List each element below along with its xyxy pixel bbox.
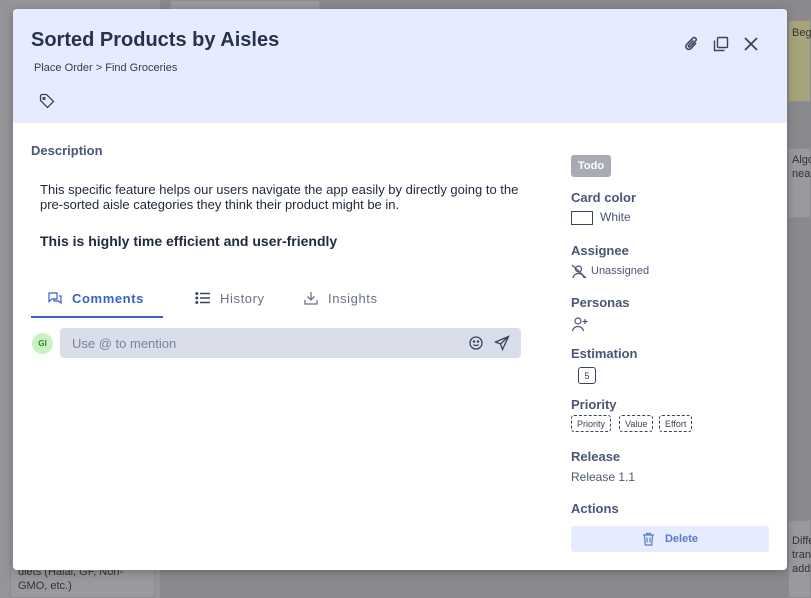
tab-insights[interactable]: Insights — [303, 279, 378, 317]
card-color-value[interactable]: White — [600, 210, 631, 224]
attachment-icon[interactable] — [681, 33, 703, 55]
tab-comments[interactable]: Comments — [47, 279, 144, 317]
effort-chip[interactable]: Effort — [659, 415, 693, 432]
priority-label: Priority — [571, 397, 617, 412]
activity-tabs: Comments History Insights — [31, 279, 531, 319]
tab-history[interactable]: History — [195, 279, 265, 317]
board-card-text: Beg — [792, 27, 811, 39]
comment-box — [60, 328, 521, 358]
description-emphasis[interactable]: This is highly time efficient and user-f… — [40, 233, 337, 249]
color-swatch[interactable] — [571, 211, 593, 225]
tab-label: History — [220, 290, 265, 306]
tab-label: Comments — [72, 290, 144, 306]
description-text[interactable]: This specific feature helps our users na… — [40, 182, 540, 212]
delete-button[interactable]: Delete — [571, 526, 769, 552]
assignee-label: Assignee — [571, 243, 629, 258]
trash-icon — [642, 532, 654, 546]
release-value[interactable]: Release 1.1 — [571, 470, 635, 484]
assignee-value[interactable]: Unassigned — [591, 265, 649, 277]
breadcrumb[interactable]: Place Order > Find Groceries — [34, 62, 177, 74]
comments-icon — [48, 292, 62, 305]
release-label: Release — [571, 449, 621, 464]
comment-input[interactable] — [72, 328, 452, 358]
unassigned-user-icon[interactable] — [571, 264, 587, 279]
duplicate-icon[interactable] — [710, 33, 732, 55]
board-card-text: Algo nea — [792, 154, 811, 180]
priority-chip[interactable]: Priority — [571, 415, 612, 432]
active-tab-indicator — [31, 316, 163, 318]
avatar[interactable]: GI — [32, 333, 53, 354]
card-detail-modal: Sorted Products by Aisles Place Order > … — [13, 9, 787, 570]
modal-header: Sorted Products by Aisles Place Order > … — [13, 9, 787, 123]
estimation-label: Estimation — [571, 346, 638, 361]
download-icon — [304, 292, 318, 305]
close-icon[interactable] — [740, 33, 762, 55]
add-persona-icon[interactable] — [571, 316, 589, 332]
delete-label: Delete — [664, 533, 699, 545]
emoji-icon[interactable] — [468, 335, 484, 351]
estimation-value[interactable]: 5 — [578, 367, 596, 384]
description-label: Description — [31, 143, 103, 158]
page-title[interactable]: Sorted Products by Aisles — [31, 29, 279, 52]
list-icon — [195, 292, 210, 304]
send-icon[interactable] — [494, 335, 510, 351]
personas-label: Personas — [571, 295, 630, 310]
card-color-label: Card color — [571, 190, 637, 205]
tab-label: Insights — [328, 290, 378, 306]
status-badge[interactable]: Todo — [571, 155, 612, 177]
value-chip[interactable]: Value — [619, 415, 654, 432]
tag-icon[interactable] — [39, 93, 57, 111]
board-card-text: Diffe tran add — [792, 535, 811, 575]
actions-label: Actions — [571, 501, 619, 516]
